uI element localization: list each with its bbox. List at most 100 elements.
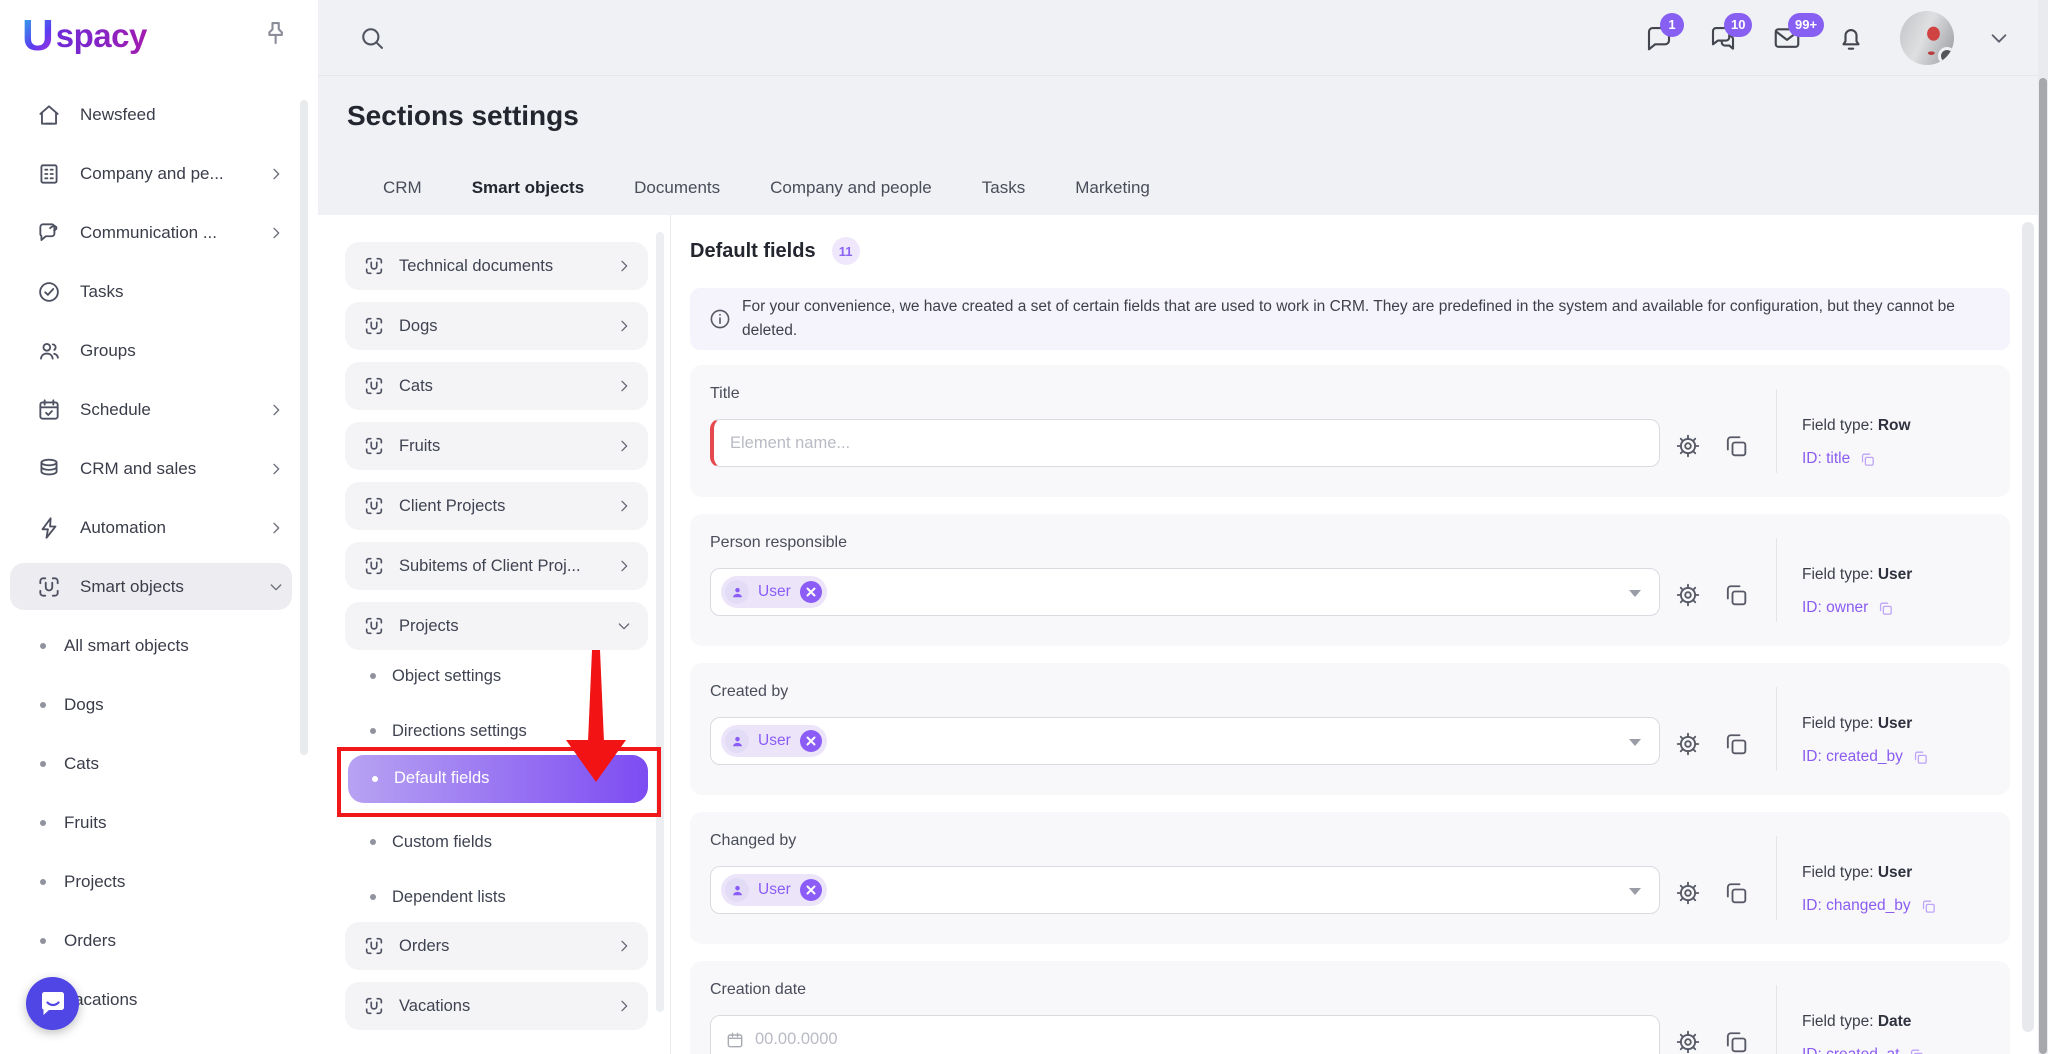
profile-chevron-down-icon[interactable] bbox=[1988, 27, 2010, 49]
tab-documents[interactable]: Documents bbox=[632, 176, 722, 215]
sidebar-item-smart-objects[interactable]: Smart objects bbox=[0, 557, 318, 616]
user-select[interactable]: User bbox=[710, 717, 1660, 765]
object-card-label: Vacations bbox=[399, 997, 616, 1016]
sidebar-item-crm-and-sales[interactable]: CRM and sales bbox=[0, 439, 318, 498]
copy-id-icon[interactable] bbox=[1877, 600, 1894, 617]
field-type-line: Field type: User bbox=[1802, 864, 1912, 882]
copy-id-icon[interactable] bbox=[1908, 1047, 1925, 1054]
object-card-orders[interactable]: Orders bbox=[345, 922, 648, 970]
gear-icon[interactable] bbox=[1674, 879, 1702, 907]
bullet-icon bbox=[370, 839, 376, 845]
project-item-default-fields-selected[interactable]: Default fields bbox=[348, 755, 648, 803]
left-sidebar: U spacy Newsfeed Company and pe... Commu… bbox=[0, 0, 318, 1054]
object-card-technical-documents[interactable]: Technical documents bbox=[345, 242, 648, 290]
pin-sidebar-icon[interactable] bbox=[260, 18, 290, 48]
smart-object-icon bbox=[363, 255, 385, 277]
copy-icon[interactable] bbox=[1722, 879, 1750, 907]
project-item-directions-settings[interactable]: Directions settings bbox=[318, 711, 670, 751]
copy-id-icon[interactable] bbox=[1920, 898, 1937, 915]
copy-icon[interactable] bbox=[1722, 432, 1750, 460]
main-scrollbar[interactable] bbox=[2022, 222, 2034, 1032]
chat-icon[interactable]: 1 bbox=[1644, 23, 1674, 53]
sidebar-item-communication[interactable]: Communication ... bbox=[0, 203, 318, 262]
sidebar-item-schedule[interactable]: Schedule bbox=[0, 380, 318, 439]
bell-icon[interactable] bbox=[1836, 23, 1866, 53]
object-card-dogs[interactable]: Dogs bbox=[345, 302, 648, 350]
object-card-client-projects[interactable]: Client Projects bbox=[345, 482, 648, 530]
copy-id-icon[interactable] bbox=[1912, 749, 1929, 766]
sidebar-item-label: CRM and sales bbox=[80, 459, 196, 479]
project-item-dependent-lists[interactable]: Dependent lists bbox=[318, 877, 670, 917]
avatar[interactable] bbox=[1900, 11, 1954, 65]
communication-icon bbox=[36, 220, 62, 246]
sidebar-item-company-and-people[interactable]: Company and pe... bbox=[0, 144, 318, 203]
copy-icon[interactable] bbox=[1722, 581, 1750, 609]
tab-crm[interactable]: CRM bbox=[381, 176, 424, 215]
sidebar-item-fruits[interactable]: Fruits bbox=[0, 793, 318, 852]
window-scrollbar[interactable] bbox=[2038, 0, 2048, 1054]
gear-icon[interactable] bbox=[1674, 1028, 1702, 1054]
chevron-right-icon bbox=[616, 498, 632, 514]
company-icon bbox=[36, 161, 62, 187]
creation-date-input[interactable] bbox=[711, 1016, 1659, 1054]
bullet-icon bbox=[40, 761, 46, 767]
copy-icon[interactable] bbox=[1722, 1028, 1750, 1054]
copy-icon[interactable] bbox=[1722, 730, 1750, 758]
chip-close-icon[interactable] bbox=[800, 879, 822, 901]
title-input[interactable] bbox=[714, 420, 1659, 466]
avatar-status-dot bbox=[1938, 47, 1954, 65]
sidebar-item-projects[interactable]: Projects bbox=[0, 852, 318, 911]
field-id-value: created_by bbox=[1826, 748, 1903, 766]
search-icon[interactable] bbox=[358, 24, 386, 52]
object-card-vacations[interactable]: Vacations bbox=[345, 982, 648, 1030]
tab-marketing[interactable]: Marketing bbox=[1073, 176, 1152, 215]
field-id-label: ID: bbox=[1802, 748, 1822, 766]
gear-icon[interactable] bbox=[1674, 581, 1702, 609]
gear-icon[interactable] bbox=[1674, 432, 1702, 460]
object-card-label: Cats bbox=[399, 377, 616, 396]
field-label: Title bbox=[710, 385, 740, 403]
object-card-projects[interactable]: Projects bbox=[345, 602, 648, 650]
sidebar-item-newsfeed[interactable]: Newsfeed bbox=[0, 85, 318, 144]
object-card-fruits[interactable]: Fruits bbox=[345, 422, 648, 470]
window-scrollbar-thumb[interactable] bbox=[2039, 78, 2047, 1054]
logo-text: spacy bbox=[56, 17, 147, 55]
group-chat-badge: 10 bbox=[1724, 13, 1752, 37]
gear-icon[interactable] bbox=[1674, 730, 1702, 758]
chat-badge: 1 bbox=[1660, 13, 1684, 37]
chip-close-icon[interactable] bbox=[800, 581, 822, 603]
group-chat-icon[interactable]: 10 bbox=[1708, 23, 1738, 53]
smart-object-icon bbox=[363, 495, 385, 517]
tab-tasks[interactable]: Tasks bbox=[980, 176, 1027, 215]
sidebar-item-automation[interactable]: Automation bbox=[0, 498, 318, 557]
support-chat-bubble[interactable] bbox=[26, 977, 79, 1030]
tab-smart-objects[interactable]: Smart objects bbox=[470, 176, 586, 215]
object-card-cats[interactable]: Cats bbox=[345, 362, 648, 410]
project-item-custom-fields[interactable]: Custom fields bbox=[318, 822, 670, 862]
sidebar-item-orders[interactable]: Orders bbox=[0, 911, 318, 970]
sidebar-item-cats[interactable]: Cats bbox=[0, 734, 318, 793]
mail-icon[interactable]: 99+ bbox=[1772, 23, 1802, 53]
uspacy-logo[interactable]: U spacy bbox=[22, 12, 147, 60]
sidebar-item-tasks[interactable]: Tasks bbox=[0, 262, 318, 321]
chip-label: User bbox=[758, 732, 791, 750]
object-card-label: Projects bbox=[399, 617, 616, 636]
sidebar-item-label: Orders bbox=[64, 931, 116, 951]
field-type-value: User bbox=[1878, 566, 1912, 583]
chip-close-icon[interactable] bbox=[800, 730, 822, 752]
user-select[interactable]: User bbox=[710, 568, 1660, 616]
object-card-subitems-of-client-projects[interactable]: Subitems of Client Proj... bbox=[345, 542, 648, 590]
sidebar-item-all-smart-objects[interactable]: All smart objects bbox=[0, 616, 318, 675]
content-panel: Technical documents Dogs Cats Fruits Cli… bbox=[318, 215, 2048, 1054]
copy-id-icon[interactable] bbox=[1859, 451, 1876, 468]
user-select[interactable]: User bbox=[710, 866, 1660, 914]
project-item-label: Object settings bbox=[392, 667, 501, 686]
smart-object-icon bbox=[363, 615, 385, 637]
project-item-object-settings[interactable]: Object settings bbox=[318, 656, 670, 696]
sidebar-item-label: Fruits bbox=[64, 813, 107, 833]
sidebar-item-groups[interactable]: Groups bbox=[0, 321, 318, 380]
project-item-label: Custom fields bbox=[392, 833, 492, 852]
tab-company-and-people[interactable]: Company and people bbox=[768, 176, 934, 215]
chevron-right-icon bbox=[616, 318, 632, 334]
sidebar-item-dogs[interactable]: Dogs bbox=[0, 675, 318, 734]
